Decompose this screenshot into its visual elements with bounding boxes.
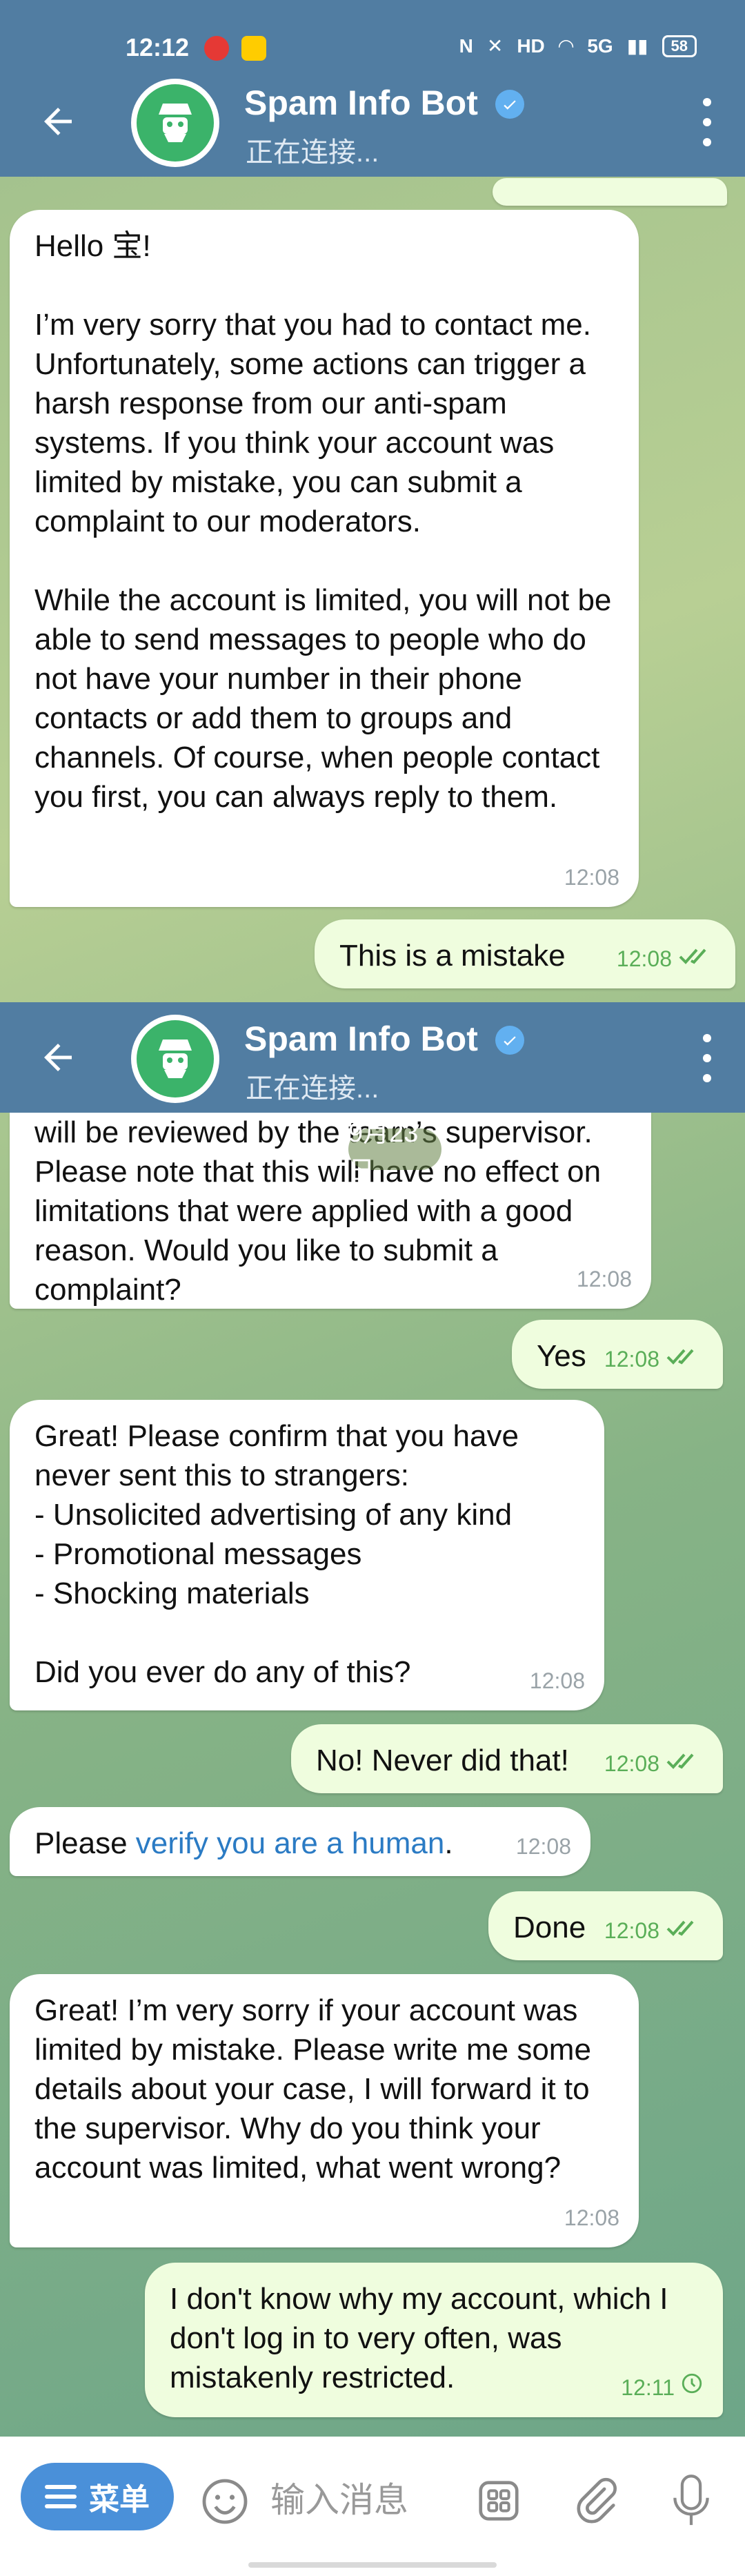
system-indicators: N ✕ HD ◠ 5G ▮▮ 58 bbox=[459, 35, 697, 57]
microphone-icon[interactable] bbox=[669, 2472, 713, 2530]
date-pill: 9月23日 bbox=[348, 1119, 441, 1186]
verified-icon bbox=[495, 1026, 524, 1055]
read-checkmarks-icon bbox=[677, 939, 716, 979]
read-checkmarks-icon bbox=[665, 1744, 704, 1784]
bot-avatar-icon bbox=[137, 84, 214, 162]
bot-name: Spam Info Bot bbox=[244, 84, 478, 122]
pending-clock-icon bbox=[680, 2368, 704, 2408]
message-time: 12:08 bbox=[604, 1347, 659, 1372]
message-bubble-incoming: Great! Please confirm that you have neve… bbox=[10, 1400, 604, 1710]
message-time: 12:11 bbox=[621, 2375, 675, 2400]
message-bubble-incoming: Hello 宝! I’m very sorry that you had to … bbox=[10, 210, 639, 907]
nfc-icon: N bbox=[459, 35, 473, 57]
message-time: 12:08 bbox=[604, 1751, 659, 1776]
connection-status: 正在连接... bbox=[246, 1073, 379, 1104]
message-bubble-outgoing: No! Never did that! 12:08 bbox=[291, 1724, 723, 1793]
message-time: 12:08 bbox=[576, 1267, 632, 1291]
wifi-icon: ◠ bbox=[558, 35, 574, 57]
more-options-icon[interactable] bbox=[697, 98, 717, 146]
status-time: 12:12 bbox=[126, 33, 190, 61]
menu-button[interactable]: 菜单 bbox=[21, 2463, 174, 2530]
message-time: 12:08 bbox=[529, 1668, 585, 1693]
message-bubble-incoming: Great! I’m very sorry if your account wa… bbox=[10, 1974, 639, 2247]
chat-header: Spam Info Bot 正在连接... bbox=[0, 66, 745, 177]
more-options-icon[interactable] bbox=[697, 1034, 717, 1082]
verified-icon bbox=[495, 90, 524, 119]
signal-icon: ▮▮ bbox=[626, 35, 648, 57]
message-text: I don't know why my account, which I don… bbox=[170, 2282, 677, 2394]
mute-icon: ✕ bbox=[486, 35, 504, 57]
read-checkmarks-icon bbox=[665, 1340, 704, 1379]
message-time: 12:08 bbox=[616, 946, 672, 971]
message-bubble-outgoing: I don't know why my account, which I don… bbox=[145, 2263, 723, 2417]
message-text: will be reviewed by the team’s superviso… bbox=[34, 1115, 610, 1307]
menu-label: 菜单 bbox=[89, 2483, 150, 2517]
notification-icon bbox=[241, 36, 266, 61]
message-time: 12:08 bbox=[515, 1834, 571, 1859]
message-prefix: Please bbox=[34, 1826, 136, 1860]
back-arrow-icon[interactable] bbox=[37, 1037, 79, 1078]
hd-icon: HD bbox=[517, 35, 545, 57]
message-composer: 菜单 bbox=[0, 2437, 745, 2576]
message-bubble-incoming: Please verify you are a human. 12:08 bbox=[10, 1807, 590, 1876]
message-bubble-partial bbox=[493, 178, 727, 206]
avatar[interactable] bbox=[131, 1015, 219, 1103]
message-input[interactable] bbox=[270, 2472, 450, 2528]
message-bubble-outgoing: Done 12:08 bbox=[488, 1891, 723, 1960]
bot-avatar-icon bbox=[137, 1020, 214, 1097]
message-bubble-outgoing: This is a mistake 12:08 bbox=[315, 919, 735, 988]
network-label: 5G bbox=[587, 35, 613, 57]
back-arrow-icon[interactable] bbox=[37, 101, 79, 142]
emoji-icon[interactable] bbox=[200, 2477, 250, 2526]
verify-human-link[interactable]: verify you are a human bbox=[136, 1826, 445, 1860]
message-text: Please verify you are a human. bbox=[34, 1824, 566, 1863]
chat-header: Spam Info Bot 正在连接... bbox=[0, 1002, 745, 1113]
message-text: Hello 宝! I’m very sorry that you had to … bbox=[34, 229, 612, 814]
home-indicator bbox=[248, 2562, 497, 2568]
message-time: 12:08 bbox=[564, 2205, 619, 2230]
message-suffix: . bbox=[444, 1826, 453, 1860]
message-time: 12:08 bbox=[604, 1918, 659, 1943]
message-time: 12:08 bbox=[564, 865, 619, 890]
avatar[interactable] bbox=[131, 79, 219, 167]
bot-name: Spam Info Bot bbox=[244, 1019, 478, 1058]
battery-icon: 58 bbox=[662, 35, 697, 57]
notification-icon bbox=[204, 36, 229, 61]
message-bubble-outgoing: Yes 12:08 bbox=[512, 1320, 723, 1389]
message-text: Great! Please confirm that you have neve… bbox=[34, 1419, 519, 1689]
message-bubble-incoming: will be reviewed by the team’s superviso… bbox=[10, 1113, 651, 1309]
message-text: Great! I’m very sorry if your account wa… bbox=[34, 1993, 600, 2185]
bot-commands-icon[interactable] bbox=[475, 2477, 523, 2525]
attach-icon[interactable] bbox=[571, 2474, 619, 2526]
connection-status: 正在连接... bbox=[246, 137, 379, 168]
menu-icon bbox=[45, 2485, 77, 2508]
read-checkmarks-icon bbox=[665, 1911, 704, 1951]
